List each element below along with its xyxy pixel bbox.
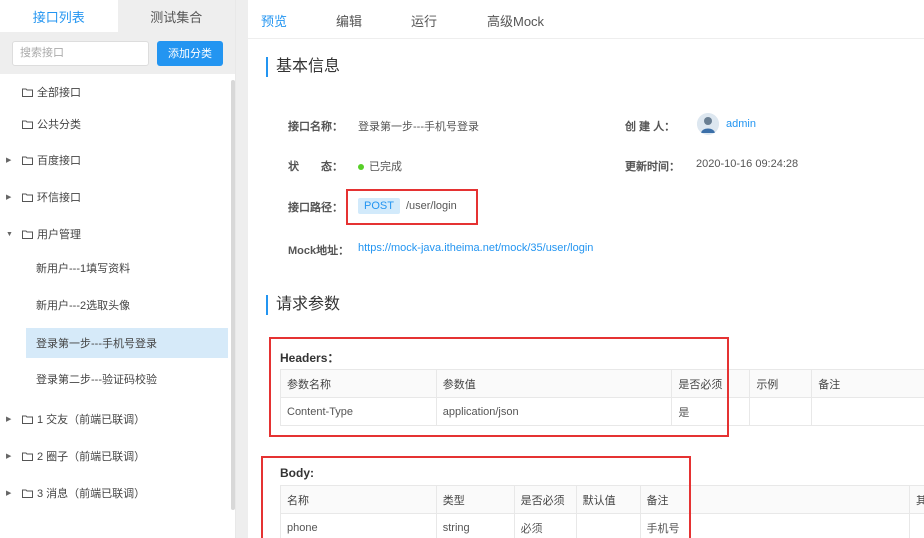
tree-label: 2 圈子（前端已联调） [37,451,146,463]
tree-label: 公共分类 [37,119,81,131]
tree-folder-huanxin[interactable]: ▶ 环信接口 [0,182,228,212]
folder-icon [22,415,33,424]
interface-name-value: 登录第一步---手机号登录 [358,121,479,133]
tree-folder-friends[interactable]: ▶ 1 交友（前端已联调） [0,404,228,434]
tree-item[interactable]: 登录第二步---验证码校验 [0,364,228,394]
column-header: 备注 [811,369,924,398]
updated-time-value: 2020-10-16 09:24:28 [696,158,799,170]
caret-right-icon[interactable]: ▶ [6,489,11,497]
tree-label: 用户管理 [37,229,81,241]
tree-label: 新用户---1填写资料 [36,263,131,275]
folder-icon [22,489,33,498]
caret-down-icon[interactable]: ▼ [6,231,13,238]
creator-link[interactable]: admin [726,118,756,130]
sidebar-scrollbar[interactable] [231,80,235,510]
tree-label: 新用户---2选取头像 [36,300,131,312]
tree-label: 1 交友（前端已联调） [37,414,146,426]
add-category-button[interactable]: 添加分类 [157,40,223,66]
tree-label: 环信接口 [37,192,81,204]
mock-url-link[interactable]: https://mock-java.itheima.net/mock/35/us… [358,242,593,254]
interface-tree: 全部接口 公共分类 ▶ 百度接口 ▶ 环信接口 ▼ 用户管理 新用户---1填写… [0,74,235,538]
caret-right-icon[interactable]: ▶ [6,415,11,423]
tree-label: 登录第二步---验证码校验 [36,374,157,386]
highlight-box-path [346,189,478,225]
folder-icon [22,88,33,97]
column-header: 示例 [749,369,813,398]
tree-folder-messages[interactable]: ▶ 3 消息（前端已联调） [0,478,228,508]
status-dot-icon [358,164,364,171]
folder-open-icon [22,230,33,239]
tab-test-collection[interactable]: 测试集合 [117,0,235,32]
creator-label: 创 建 人： [625,121,676,133]
tab-advanced-mock[interactable]: 高级Mock [487,11,544,30]
tree-label: 全部接口 [37,87,81,99]
tree-label: 3 消息（前端已联调） [37,488,146,500]
mock-url-label: Mock地址： [288,245,350,257]
tree-folder-public[interactable]: 公共分类 [0,109,228,139]
search-input[interactable] [12,40,149,66]
sidebar-tabs: 接口列表 测试集合 [0,0,235,32]
status-text: 已完成 [369,161,402,173]
sidebar-search-bar: 添加分类 [0,32,235,74]
tree-folder-all[interactable]: 全部接口 [0,77,228,107]
status-label: 状 态： [288,161,343,173]
tree-item[interactable]: 新用户---1填写资料 [0,253,228,283]
highlight-box-headers [269,337,729,437]
tree-label: 百度接口 [37,155,81,167]
folder-icon [22,193,33,202]
tab-interface-list[interactable]: 接口列表 [0,0,118,32]
tree-label: 登录第一步---手机号登录 [36,338,157,350]
caret-right-icon[interactable]: ▶ [6,452,11,460]
table-cell [811,397,924,426]
caret-right-icon[interactable]: ▶ [6,193,11,201]
tree-folder-baidu[interactable]: ▶ 百度接口 [0,145,228,175]
updated-time-label: 更新时间： [625,161,680,173]
folder-icon [22,120,33,129]
interface-name-label: 接口名称： [288,121,343,133]
folder-icon [22,452,33,461]
request-params-title: 请求参数 [266,295,340,315]
column-header: 其 [908,485,924,514]
tab-preview[interactable]: 预览 [261,11,287,30]
path-label: 接口路径： [288,202,343,214]
tree-folder-user-management[interactable]: ▼ 用户管理 [0,219,228,249]
table-cell [749,397,813,426]
main-panel: 预览 编辑 运行 高级Mock 基本信息 接口名称： 登录第一步---手机号登录… [248,0,924,538]
view-tabs: 预览 编辑 运行 高级Mock [248,0,924,38]
highlight-box-body [261,456,691,538]
caret-right-icon[interactable]: ▶ [6,156,11,164]
avatar[interactable] [697,113,719,135]
table-cell [908,513,924,538]
status-value: 已完成 [358,158,402,174]
tree-item[interactable]: 新用户---2选取头像 [0,290,228,320]
panel-gutter [236,0,248,538]
sidebar: 接口列表 测试集合 添加分类 全部接口 公共分类 ▶ 百度接口 ▶ 环信接口 ▼ [0,0,236,538]
tab-run[interactable]: 运行 [411,11,437,30]
tree-item-selected[interactable]: 登录第一步---手机号登录 [26,328,228,358]
basic-info-title: 基本信息 [266,57,340,77]
tab-edit[interactable]: 编辑 [336,11,362,30]
tabs-divider [248,38,924,39]
tree-folder-circle[interactable]: ▶ 2 圈子（前端已联调） [0,441,228,471]
folder-icon [22,156,33,165]
